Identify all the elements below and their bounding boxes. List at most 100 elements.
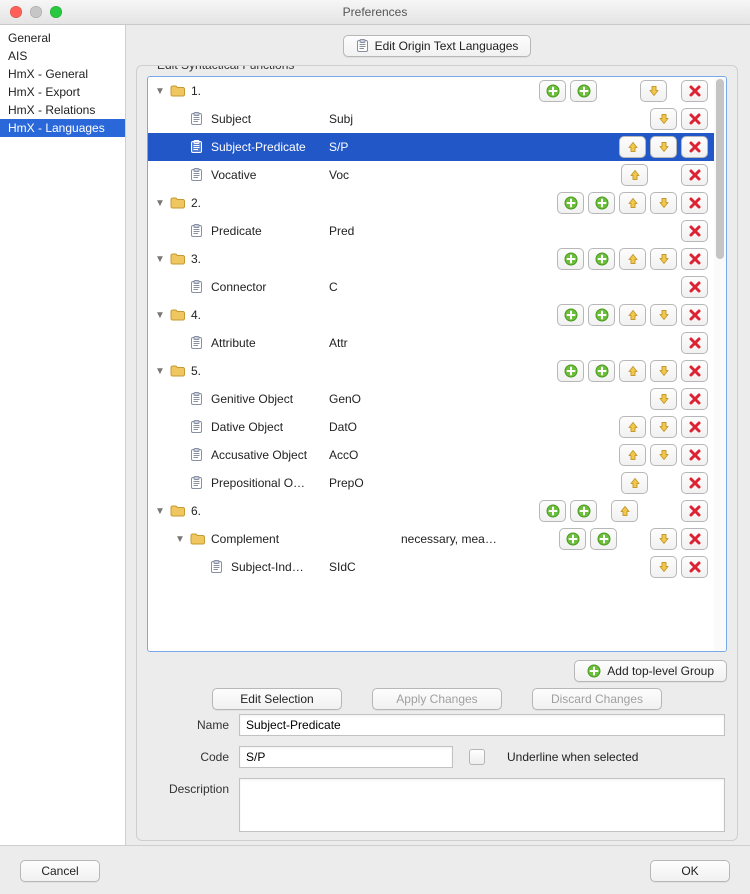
move-down-button[interactable] [650, 304, 677, 326]
delete-button[interactable] [681, 80, 708, 102]
delete-button[interactable] [681, 192, 708, 214]
add-sub-button[interactable] [588, 304, 615, 326]
edit-origin-languages-button[interactable]: Edit Origin Text Languages [343, 35, 532, 57]
edit-selection-button[interactable]: Edit Selection [212, 688, 342, 710]
underline-checkbox-label[interactable]: Underline when selected [507, 750, 638, 764]
add-sub-button[interactable] [590, 528, 617, 550]
tree-group[interactable]: ▼3. [148, 245, 714, 273]
discard-changes-button[interactable]: Discard Changes [532, 688, 662, 710]
sidebar-item-hmx-relations[interactable]: HmX - Relations [0, 101, 125, 119]
add-sub-button[interactable] [570, 500, 597, 522]
move-down-button[interactable] [650, 444, 677, 466]
tree-group[interactable]: ▼4. [148, 301, 714, 329]
add-button[interactable] [557, 192, 584, 214]
tree-group[interactable]: ▼1. [148, 77, 714, 105]
ok-button[interactable]: OK [650, 860, 730, 882]
add-sub-button[interactable] [570, 80, 597, 102]
add-button[interactable] [559, 528, 586, 550]
tree-item[interactable]: PredicatePred [148, 217, 714, 245]
delete-button[interactable] [681, 472, 708, 494]
move-up-button[interactable] [619, 360, 646, 382]
delete-button[interactable] [681, 528, 708, 550]
add-button[interactable] [557, 360, 584, 382]
tree-group[interactable]: ▼Complementnecessary, mea… [148, 525, 714, 553]
tree-item[interactable]: AttributeAttr [148, 329, 714, 357]
delete-button[interactable] [681, 220, 708, 242]
tree-group[interactable]: ▼2. [148, 189, 714, 217]
underline-checkbox[interactable] [469, 749, 485, 765]
move-up-button[interactable] [621, 472, 648, 494]
move-down-button[interactable] [650, 416, 677, 438]
move-down-button[interactable] [640, 80, 667, 102]
delete-button[interactable] [681, 276, 708, 298]
disclosure-icon[interactable]: ▼ [174, 533, 186, 545]
disclosure-icon[interactable]: ▼ [154, 365, 166, 377]
tree-item[interactable]: Subject-Ind…SIdC [148, 553, 714, 581]
sidebar-item-hmx-general[interactable]: HmX - General [0, 65, 125, 83]
cancel-button[interactable]: Cancel [20, 860, 100, 882]
move-down-button[interactable] [650, 108, 677, 130]
move-down-button[interactable] [650, 248, 677, 270]
move-up-button[interactable] [619, 416, 646, 438]
sidebar-item-general[interactable]: General [0, 29, 125, 47]
move-down-button[interactable] [650, 360, 677, 382]
close-icon[interactable] [10, 6, 22, 18]
move-down-button[interactable] [650, 556, 677, 578]
add-sub-button[interactable] [588, 248, 615, 270]
tree-item[interactable]: VocativeVoc [148, 161, 714, 189]
add-top-level-group-button[interactable]: Add top-level Group [574, 660, 727, 682]
disclosure-icon[interactable]: ▼ [154, 505, 166, 517]
tree-group[interactable]: ▼6. [148, 497, 714, 525]
delete-button[interactable] [681, 304, 708, 326]
add-button[interactable] [557, 248, 584, 270]
disclosure-icon[interactable]: ▼ [154, 85, 166, 97]
move-down-button[interactable] [650, 192, 677, 214]
delete-button[interactable] [681, 136, 708, 158]
add-sub-button[interactable] [588, 192, 615, 214]
move-up-button[interactable] [611, 500, 638, 522]
description-field[interactable] [239, 778, 725, 832]
delete-button[interactable] [681, 388, 708, 410]
disclosure-icon[interactable]: ▼ [154, 309, 166, 321]
add-button[interactable] [539, 500, 566, 522]
sidebar-item-hmx-languages[interactable]: HmX - Languages [0, 119, 125, 137]
move-up-button[interactable] [619, 304, 646, 326]
move-down-button[interactable] [650, 528, 677, 550]
add-button[interactable] [557, 304, 584, 326]
tree-item[interactable]: Accusative ObjectAccO [148, 441, 714, 469]
add-sub-button[interactable] [588, 360, 615, 382]
delete-button[interactable] [681, 556, 708, 578]
delete-button[interactable] [681, 360, 708, 382]
delete-button[interactable] [681, 332, 708, 354]
tree-item[interactable]: ConnectorC [148, 273, 714, 301]
name-field[interactable] [239, 714, 725, 736]
delete-button[interactable] [681, 248, 708, 270]
delete-button[interactable] [681, 500, 708, 522]
sidebar-item-hmx-export[interactable]: HmX - Export [0, 83, 125, 101]
move-up-button[interactable] [619, 248, 646, 270]
scrollbar[interactable] [714, 77, 726, 651]
delete-button[interactable] [681, 108, 708, 130]
tree-group[interactable]: ▼5. [148, 357, 714, 385]
tree-item[interactable]: Dative ObjectDatO [148, 413, 714, 441]
move-down-button[interactable] [650, 136, 677, 158]
move-up-button[interactable] [621, 164, 648, 186]
maximize-icon[interactable] [50, 6, 62, 18]
tree-item[interactable]: SubjectSubj [148, 105, 714, 133]
tree-item[interactable]: Subject-PredicateS/P [148, 133, 714, 161]
disclosure-icon[interactable]: ▼ [154, 197, 166, 209]
code-field[interactable] [239, 746, 453, 768]
move-down-button[interactable] [650, 388, 677, 410]
delete-button[interactable] [681, 416, 708, 438]
delete-button[interactable] [681, 164, 708, 186]
add-button[interactable] [539, 80, 566, 102]
tree-item[interactable]: Prepositional O…PrepO [148, 469, 714, 497]
scroll-thumb[interactable] [716, 79, 724, 259]
move-up-button[interactable] [619, 444, 646, 466]
tree-item[interactable]: Genitive ObjectGenO [148, 385, 714, 413]
sidebar-item-ais[interactable]: AIS [0, 47, 125, 65]
disclosure-icon[interactable]: ▼ [154, 253, 166, 265]
move-up-button[interactable] [619, 136, 646, 158]
apply-changes-button[interactable]: Apply Changes [372, 688, 502, 710]
move-up-button[interactable] [619, 192, 646, 214]
